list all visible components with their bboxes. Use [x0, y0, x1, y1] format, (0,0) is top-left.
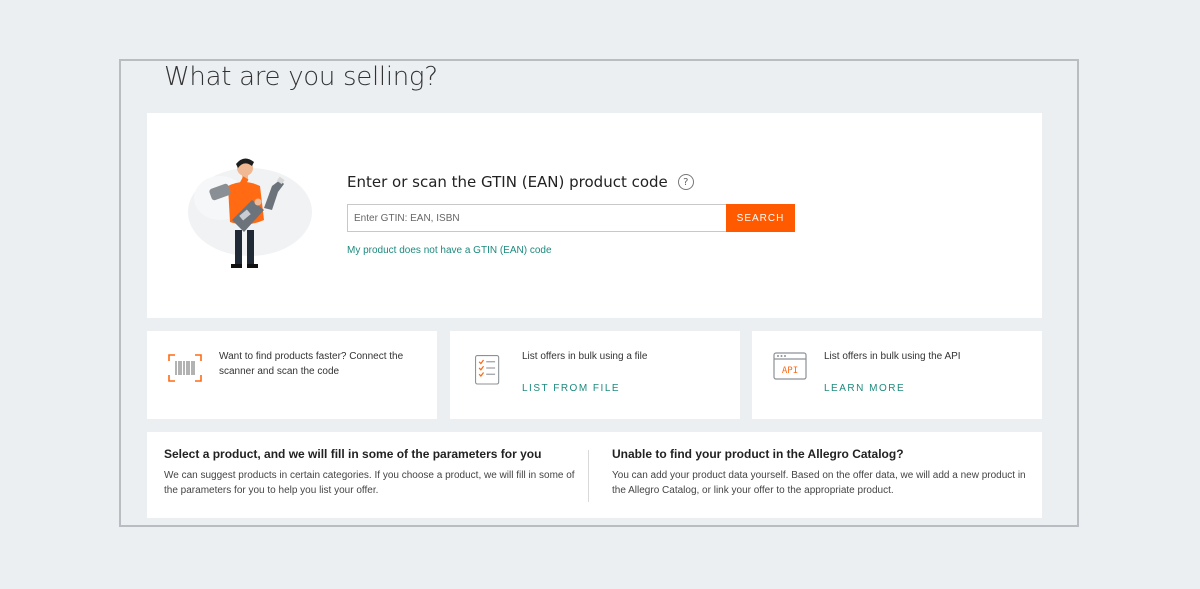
barcode-scanner-icon: [168, 354, 202, 382]
bulk-file-tile-text: List offers in bulk using a file: [522, 351, 648, 362]
question-circle-icon[interactable]: ?: [677, 174, 694, 190]
bulk-api-tile-text: List offers in bulk using the API: [824, 351, 961, 362]
learn-more-link[interactable]: LEARN MORE: [824, 383, 905, 394]
info-card: Select a product, and we will fill in so…: [147, 432, 1042, 518]
search-button[interactable]: SEARCH: [726, 204, 795, 232]
scanner-tile-text: Want to find products faster? Connect th…: [219, 351, 404, 377]
page-title: What are you selling?: [164, 62, 438, 92]
select-product-info: Select a product, and we will fill in so…: [164, 447, 584, 498]
info-divider: [588, 450, 589, 502]
no-gtin-code-link[interactable]: My product does not have a GTIN (EAN) co…: [347, 245, 552, 256]
scanner-tile: Want to find products faster? Connect th…: [147, 331, 437, 419]
catalog-title: Unable to find your product in the Alleg…: [612, 447, 904, 461]
list-from-file-link[interactable]: LIST FROM FILE: [522, 383, 620, 394]
checklist-file-icon: [475, 355, 500, 385]
select-product-title: Select a product, and we will fill in so…: [164, 447, 542, 461]
select-product-body: We can suggest products in certain categ…: [164, 470, 575, 496]
svg-text:API: API: [782, 366, 798, 376]
api-window-icon: API: [773, 352, 807, 380]
person-with-products-illustration: [188, 158, 312, 268]
catalog-info: Unable to find your product in the Alleg…: [612, 447, 1032, 498]
catalog-body: You can add your product data yourself. …: [612, 470, 1026, 496]
gtin-heading-text: Enter or scan the GTIN (EAN) product cod…: [347, 173, 668, 191]
gtin-heading: Enter or scan the GTIN (EAN) product cod…: [347, 173, 694, 191]
bulk-file-tile: List offers in bulk using a file LIST FR…: [450, 331, 740, 419]
bulk-api-tile: API List offers in bulk using the API LE…: [752, 331, 1042, 419]
gtin-search-input[interactable]: [347, 204, 727, 232]
